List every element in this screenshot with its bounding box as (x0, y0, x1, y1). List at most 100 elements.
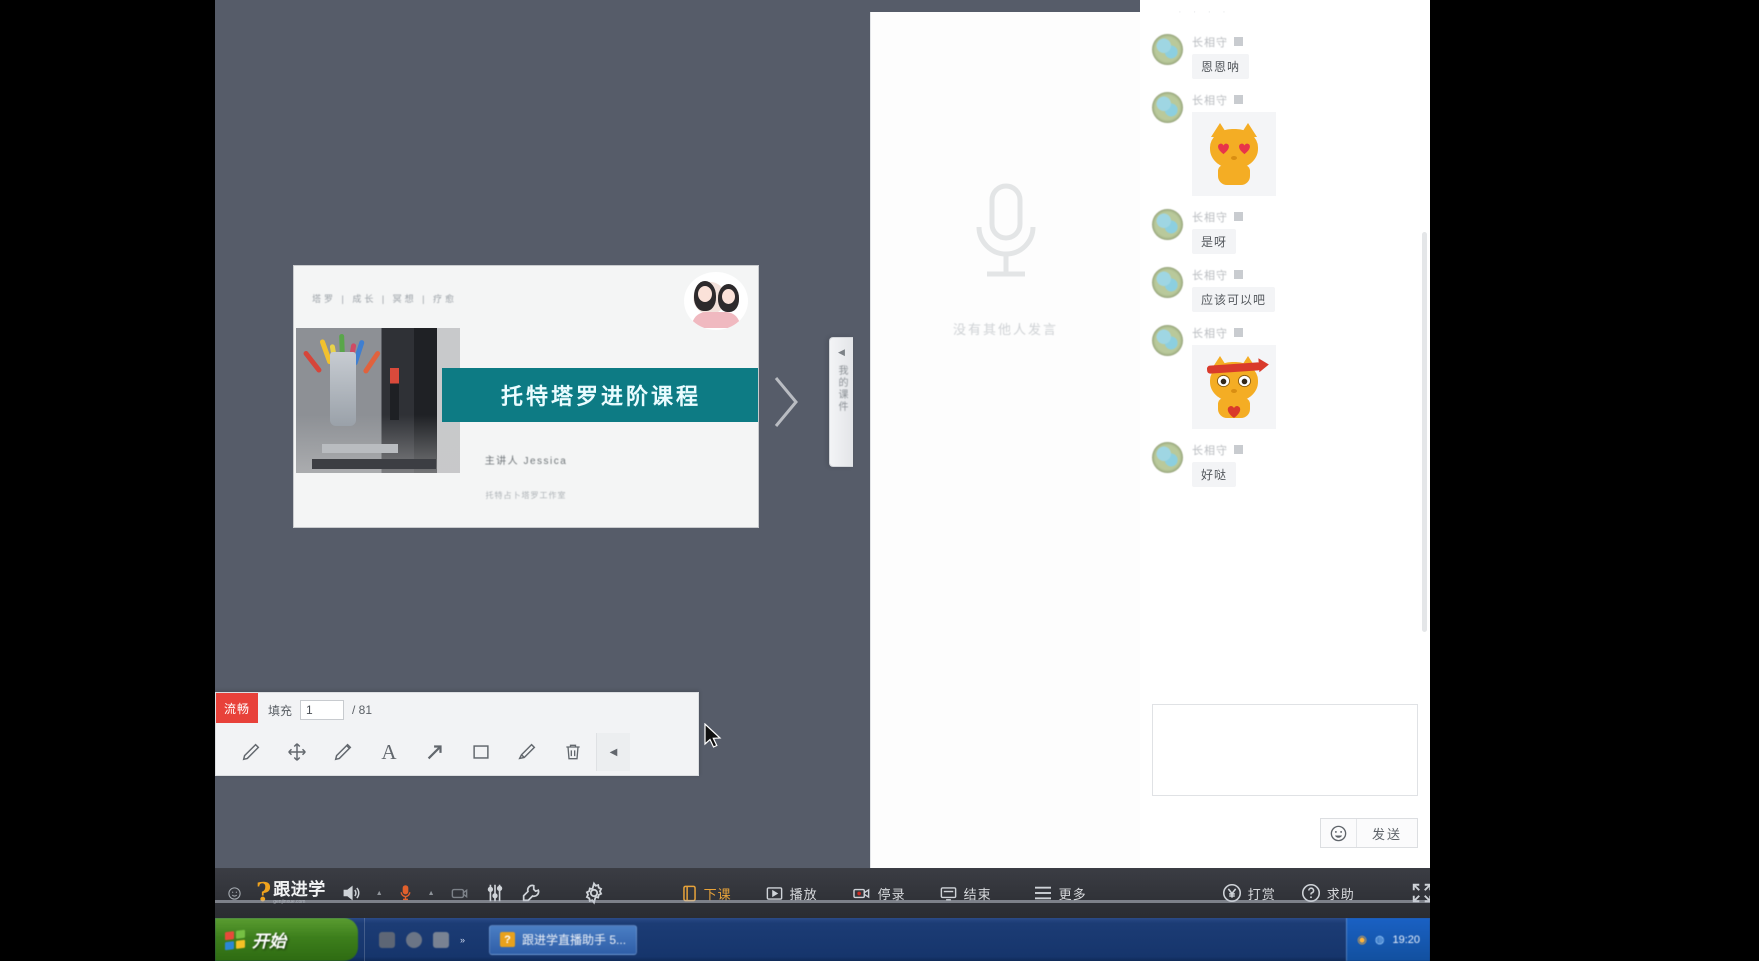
whiteboard-stage[interactable]: 塔罗 | 成长 | 冥想 | 疗愈 (215, 12, 870, 868)
collapse-toolbar-icon[interactable]: ◀ (596, 733, 630, 771)
no-speaker-placeholder: 没有其他人发言 (871, 180, 1140, 338)
chat-message-body: 长相守恩恩呐 (1192, 34, 1249, 79)
avatar[interactable] (1152, 267, 1183, 298)
arrow-tool-icon[interactable] (412, 733, 458, 771)
chat-header-ghost-text: · · · · (1178, 6, 1230, 18)
slide-topnav-text: 塔罗 | 成长 | 冥想 | 疗愈 (312, 292, 457, 305)
tip-button[interactable]: 打赏 (1214, 868, 1283, 918)
start-button[interactable]: 开始 (215, 918, 358, 961)
caret-left-icon: ◀ (838, 348, 845, 357)
tray-shield-icon[interactable]: ◉ (1357, 933, 1367, 946)
chat-message-sticker (1192, 112, 1276, 196)
chat-message-text: 是呀 (1192, 229, 1236, 254)
delete-tool-icon[interactable] (550, 733, 596, 771)
chat-message: 长相守是呀 (1152, 209, 1418, 254)
screen-recording-player: 塔罗 | 成长 | 冥想 | 疗愈 (0, 0, 1759, 961)
chat-input[interactable] (1153, 705, 1417, 795)
fullscreen-button[interactable]: 全屏 (1404, 868, 1430, 918)
chevron-down-icon: ▲ (376, 890, 383, 897)
no-speaker-text: 没有其他人发言 (953, 319, 1058, 338)
play-button[interactable]: 播放 (757, 868, 825, 918)
chat-author-row: 长相守 (1192, 442, 1243, 457)
chat-author-row: 长相守 (1192, 325, 1276, 340)
emoji-smiley-icon[interactable] (1321, 819, 1357, 847)
pencil-tool-icon[interactable] (320, 733, 366, 771)
chat-scrollbar[interactable] (1422, 232, 1427, 632)
tray-sync-icon[interactable]: ◍ (1375, 933, 1385, 946)
avatar[interactable] (1152, 325, 1183, 356)
chat-author-row: 长相守 (1192, 34, 1249, 49)
browser-icon[interactable] (379, 932, 395, 948)
quicklaunch-overflow-icon[interactable]: » (460, 935, 465, 945)
end-class-button[interactable]: 下课 (673, 868, 739, 918)
microphone-button[interactable] (390, 868, 421, 918)
taskbar-item-genjinxue[interactable]: ? 跟进学直播助手 5... (489, 925, 637, 955)
windows-flag-icon (225, 929, 245, 949)
user-badge-icon (1234, 328, 1243, 337)
letterbox-left (0, 0, 215, 961)
vase-graphic (330, 352, 356, 426)
chat-author-row: 长相守 (1192, 92, 1276, 107)
avatar[interactable] (1152, 34, 1183, 65)
lipstick-graphic (390, 368, 399, 420)
presentation-slide: 塔罗 | 成长 | 冥想 | 疗愈 (293, 265, 759, 528)
slide-presenter-text: 主讲人 Jessica (294, 452, 758, 467)
stream-quality-badge[interactable]: 流畅 (216, 693, 258, 723)
equalizer-button[interactable] (477, 868, 513, 918)
chat-message-list[interactable]: 长相守恩恩呐长相守 长相守是呀长相守应该可以吧长相守 长相守好哒 (1140, 28, 1430, 690)
volume-button[interactable] (333, 868, 369, 918)
chevron-down-icon: ▲ (428, 890, 435, 897)
whiteboard-toolbar-panel: 流畅 填充 / 81 (215, 692, 699, 776)
taskbar-item-label: 跟进学直播助手 5... (522, 931, 626, 948)
chat-message: 长相守 (1152, 325, 1418, 429)
chat-message: 长相守恩恩呐 (1152, 34, 1418, 79)
avatar[interactable] (1152, 442, 1183, 473)
more-button[interactable]: 更多 (1025, 868, 1094, 918)
page-number-input[interactable] (300, 700, 344, 720)
chat-author-name: 长相守 (1192, 34, 1228, 50)
chat-message-text: 好哒 (1192, 462, 1236, 487)
media-icon[interactable] (433, 932, 449, 948)
chat-author-name: 长相守 (1192, 267, 1228, 283)
camera-button[interactable] (442, 868, 477, 918)
brand-logo: ? 跟进学 genjinxue.com (249, 868, 333, 918)
chat-message-body: 长相守 (1192, 92, 1276, 196)
chat-author-name: 长相守 (1192, 325, 1228, 341)
avatar[interactable] (1152, 92, 1183, 123)
my-courseware-tab[interactable]: ◀ 我的课件 (829, 337, 853, 467)
stop-record-button[interactable]: 停录 (843, 868, 913, 918)
microphone-dropdown-caret[interactable]: ▲ (421, 868, 442, 918)
windows-taskbar: 开始 » ? 跟进学直播助手 5... ◉ ◍ 19:20 (215, 918, 1430, 961)
chat-author-name: 长相守 (1192, 209, 1228, 225)
heart-eyes-cat-sticker (1206, 123, 1262, 185)
send-button[interactable]: 发送 (1357, 819, 1417, 847)
chat-panel: · · · · 长相守恩恩呐长相守 长相守是呀长相守应该可以吧长相守 长相守好哒 (1140, 0, 1430, 868)
chat-message: 长相守 (1152, 92, 1418, 196)
chat-message-body: 长相守好哒 (1192, 442, 1243, 487)
quick-launch-bar: » (364, 918, 479, 961)
emoji-button[interactable] (215, 868, 249, 918)
avatar[interactable] (1152, 209, 1183, 240)
qq-icon[interactable] (406, 932, 422, 948)
help-button[interactable]: 求助 (1293, 868, 1362, 918)
volume-dropdown-caret[interactable]: ▲ (369, 868, 390, 918)
chat-input-container[interactable] (1152, 704, 1418, 796)
chat-message: 长相守好哒 (1152, 442, 1418, 487)
text-tool-icon[interactable]: A (366, 733, 412, 771)
mouse-cursor (704, 723, 722, 754)
fill-label: 填充 (268, 702, 292, 719)
tools-button[interactable] (513, 868, 549, 918)
chat-author-row: 长相守 (1192, 267, 1275, 282)
user-badge-icon (1234, 445, 1243, 454)
settings-button[interactable] (575, 868, 613, 918)
finish-button[interactable]: 结束 (931, 868, 999, 918)
eraser-tool-icon[interactable] (504, 733, 550, 771)
move-tool-icon[interactable] (274, 733, 320, 771)
letterbox-right (1430, 0, 1759, 961)
next-slide-arrow-icon[interactable] (768, 372, 804, 432)
chat-message-body: 长相守应该可以吧 (1192, 267, 1275, 312)
rectangle-tool-icon[interactable] (458, 733, 504, 771)
chat-author-name: 长相守 (1192, 442, 1228, 458)
pen-tool-icon[interactable] (228, 733, 274, 771)
system-clock[interactable]: 19:20 (1392, 934, 1420, 946)
